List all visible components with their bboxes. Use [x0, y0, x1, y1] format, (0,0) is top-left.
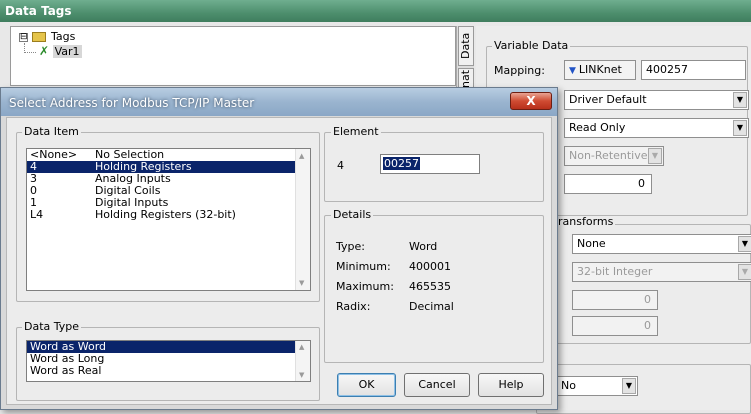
close-button[interactable]: X: [510, 92, 552, 110]
list-item[interactable]: L4 Holding Registers (32-bit): [27, 209, 310, 221]
list-item[interactable]: 3 Analog Inputs: [27, 173, 310, 185]
mapping-driver-label: LINKnet: [578, 63, 622, 76]
tab-data[interactable]: Data: [458, 26, 474, 66]
chevron-down-icon[interactable]: ▼: [733, 92, 747, 108]
access-value: Read Only: [569, 121, 626, 134]
cancel-button[interactable]: Cancel: [404, 373, 470, 397]
type-label: Type:: [336, 240, 365, 253]
scroll-up-icon[interactable]: ▲: [299, 343, 304, 351]
bottom-select[interactable]: No ▼: [556, 376, 638, 396]
tree-item-var1-label: Var1: [52, 45, 82, 58]
data-item-name: Holding Registers (32-bit): [95, 208, 236, 221]
transform-value-b: 0: [572, 316, 658, 336]
element-input[interactable]: 00257: [380, 154, 480, 174]
chevron-down-icon: ▼: [738, 264, 751, 280]
access-select[interactable]: Read Only ▼: [564, 118, 749, 138]
tags-tree[interactable]: ⊟ Tags ✗ Var1: [10, 26, 456, 86]
tree-item-var1[interactable]: ✗ Var1: [39, 44, 82, 58]
transform-type-select[interactable]: None ▼: [572, 234, 751, 254]
help-button[interactable]: Help: [478, 373, 544, 397]
driver-option-value: Driver Default: [569, 93, 647, 106]
transforms-title: ransforms: [556, 215, 616, 228]
radix-label: Radix:: [336, 300, 371, 313]
element-title: Element: [331, 125, 381, 138]
bottom-select-value: No: [561, 379, 576, 392]
scrollbar[interactable]: ▲ ▼: [295, 341, 310, 381]
initial-value-field[interactable]: 0: [564, 174, 652, 194]
details-content: Type: Word Minimum: 400001 Maximum: 4655…: [324, 230, 544, 350]
transform-datatype-value: 32-bit Integer: [577, 265, 653, 278]
window-title: Data Tags: [0, 0, 751, 22]
details-title: Details: [331, 208, 374, 221]
data-type-list[interactable]: Word as Word Word as Long Word as Real ▲ ▼: [26, 340, 311, 382]
list-item[interactable]: 0 Digital Coils: [27, 185, 310, 197]
minimum-label: Minimum:: [336, 260, 391, 273]
variable-data-title: Variable Data: [492, 39, 571, 52]
maximum-label: Maximum:: [336, 280, 394, 293]
select-address-dialog: Select Address for Modbus TCP/IP Master …: [0, 87, 558, 410]
scrollbar[interactable]: ▲ ▼: [295, 149, 310, 290]
minimum-value: 400001: [409, 260, 451, 273]
data-item-code: 4: [30, 160, 37, 173]
scroll-down-icon[interactable]: ▼: [299, 279, 304, 287]
chevron-down-icon: ▼: [648, 148, 662, 164]
type-value: Word: [409, 240, 438, 253]
collapse-icon[interactable]: ⊟: [19, 33, 28, 42]
mapping-driver-button[interactable]: ▼ LINKnet: [564, 60, 636, 80]
scroll-up-icon[interactable]: ▲: [299, 152, 304, 160]
x-var-icon: ✗: [39, 44, 50, 58]
mapping-label: Mapping:: [494, 64, 545, 77]
maximum-value: 465535: [409, 280, 451, 293]
dialog-body: Data Item <None> No Selection 4 Holding Reg…: [6, 117, 552, 405]
data-item-code: <None>: [30, 148, 78, 161]
radix-value: Decimal: [409, 300, 454, 313]
mapping-address-field[interactable]: 400257: [641, 60, 746, 80]
scroll-down-icon[interactable]: ▼: [299, 371, 304, 379]
dropdown-triangle-icon: ▼: [569, 66, 576, 76]
driver-option-select[interactable]: Driver Default ▼: [564, 90, 749, 110]
retentive-value: Non-Retentive: [569, 149, 648, 162]
data-item-title: Data Item: [22, 125, 81, 138]
data-item-code: L4: [30, 208, 44, 221]
element-prefix: 4: [337, 159, 344, 172]
data-type-title: Data Type: [22, 320, 82, 333]
element-input-value: 00257: [383, 157, 420, 170]
ok-button[interactable]: OK: [337, 373, 396, 397]
transform-type-value: None: [577, 237, 606, 250]
data-item-list[interactable]: <None> No Selection 4 Holding Registers 3 Ana…: [26, 148, 311, 291]
transform-datatype-select: 32-bit Integer ▼: [572, 262, 751, 282]
transform-value-a: 0: [572, 290, 658, 310]
chevron-down-icon[interactable]: ▼: [738, 236, 751, 252]
tree-item-tags[interactable]: Tags: [51, 30, 75, 44]
dialog-title: Select Address for Modbus TCP/IP Master: [1, 88, 557, 116]
folder-icon: [32, 32, 46, 42]
data-item-code: 3: [30, 172, 37, 185]
retentive-select: Non-Retentive ▼: [564, 146, 664, 166]
chevron-down-icon[interactable]: ▼: [622, 378, 636, 394]
data-item-code: 0: [30, 184, 37, 197]
chevron-down-icon[interactable]: ▼: [733, 120, 747, 136]
tree-connector: [24, 43, 36, 53]
list-item[interactable]: Word as Real: [27, 365, 310, 377]
